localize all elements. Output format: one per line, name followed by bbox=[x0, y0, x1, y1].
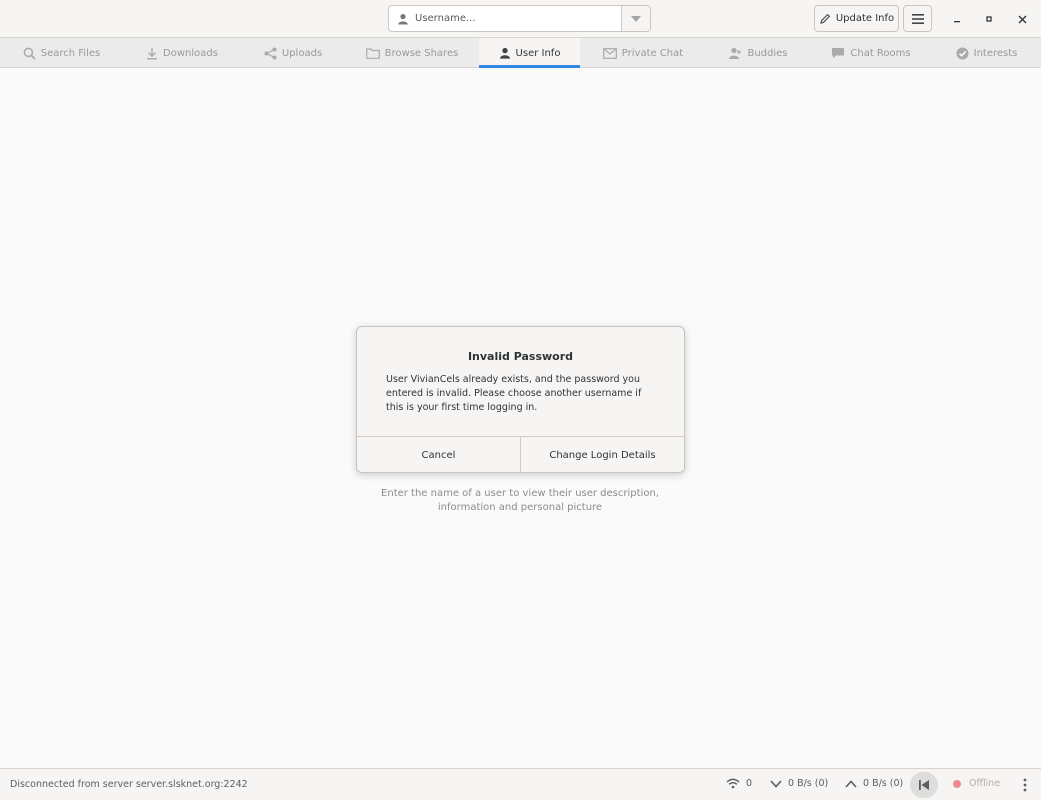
tab-label: Browse Shares bbox=[384, 47, 459, 59]
vertical-dots-icon bbox=[1023, 778, 1027, 792]
change-login-details-button[interactable]: Change Login Details bbox=[520, 437, 684, 472]
tab-private-chat[interactable]: Private Chat bbox=[580, 38, 706, 68]
status-bar: Disconnected from server server.slsknet.… bbox=[0, 768, 1041, 800]
connection-status[interactable]: Offline bbox=[953, 778, 1000, 789]
username-input[interactable]: Username... bbox=[389, 6, 621, 31]
chevron-down-icon bbox=[770, 779, 782, 788]
buddies-icon bbox=[729, 47, 742, 59]
mail-icon bbox=[602, 47, 617, 59]
pencil-icon bbox=[820, 13, 831, 24]
tab-label: Private Chat bbox=[621, 47, 684, 59]
username-dropdown-button[interactable] bbox=[621, 6, 650, 31]
tab-label: Buddies bbox=[747, 47, 788, 59]
tab-label: Chat Rooms bbox=[850, 47, 911, 59]
header-bar: Username... Update Info bbox=[0, 0, 1041, 38]
check-circle-icon bbox=[956, 47, 969, 59]
invalid-password-dialog: Invalid Password User VivianCels already… bbox=[356, 326, 685, 473]
dialog-message: User VivianCels already exists, and the … bbox=[386, 374, 642, 413]
tab-search-files[interactable]: Search Files bbox=[0, 38, 123, 68]
close-icon bbox=[1018, 15, 1026, 23]
connections-count: 0 bbox=[746, 778, 753, 789]
away-toggle-button[interactable] bbox=[910, 772, 938, 798]
hamburger-menu-icon bbox=[911, 13, 924, 24]
tab-browse-shares[interactable]: Browse Shares bbox=[345, 38, 479, 68]
minimize-icon bbox=[954, 21, 960, 23]
tab-user-info[interactable]: User Info bbox=[479, 38, 580, 68]
dialog-title: Invalid Password bbox=[467, 350, 574, 363]
tab-label: Search Files bbox=[40, 47, 101, 59]
username-combobox[interactable]: Username... bbox=[388, 5, 651, 32]
chevron-up-icon bbox=[845, 779, 857, 788]
maximize-icon bbox=[986, 16, 992, 22]
connections-counter[interactable]: 0 bbox=[726, 778, 752, 789]
offline-dot-icon bbox=[953, 779, 961, 788]
upload-speed[interactable]: 0 B/s (0) bbox=[845, 778, 903, 789]
tab-uploads[interactable]: Uploads bbox=[241, 38, 345, 68]
tab-label: Downloads bbox=[163, 47, 218, 59]
user-icon bbox=[398, 13, 408, 24]
tab-buddies[interactable]: Buddies bbox=[706, 38, 810, 68]
minimize-button[interactable] bbox=[947, 9, 967, 29]
main-menu-button[interactable] bbox=[903, 5, 932, 32]
update-info-button[interactable]: Update Info bbox=[814, 5, 899, 32]
tab-downloads[interactable]: Downloads bbox=[123, 38, 241, 68]
tab-label: User Info bbox=[515, 47, 561, 59]
user-icon bbox=[499, 47, 510, 59]
share-icon bbox=[264, 47, 277, 59]
tab-label: Interests bbox=[973, 47, 1018, 59]
username-placeholder: Username... bbox=[415, 13, 476, 24]
wifi-icon bbox=[726, 778, 740, 789]
main-tab-bar: Search Files Downloads Uploads Browse Sh… bbox=[0, 38, 1041, 68]
tab-interests[interactable]: Interests bbox=[932, 38, 1041, 68]
more-options-button[interactable] bbox=[1018, 775, 1032, 795]
chat-icon bbox=[832, 48, 845, 59]
placeholder-line: information and personal picture bbox=[437, 502, 603, 513]
folder-icon bbox=[365, 47, 380, 59]
status-message: Disconnected from server server.slsknet.… bbox=[10, 779, 248, 790]
chevron-down-icon bbox=[631, 15, 641, 22]
search-icon bbox=[23, 47, 36, 60]
dialog-button-row: Cancel Change Login Details bbox=[357, 436, 684, 472]
placeholder-line: Enter the name of a user to view their u… bbox=[381, 488, 659, 499]
maximize-button[interactable] bbox=[979, 9, 999, 29]
update-info-label: Update Info bbox=[835, 13, 895, 24]
user-info-placeholder: Enter the name of a user to view their u… bbox=[370, 487, 670, 515]
tab-chat-rooms[interactable]: Chat Rooms bbox=[810, 38, 932, 68]
close-button[interactable] bbox=[1012, 9, 1032, 29]
download-speed[interactable]: 0 B/s (0) bbox=[770, 778, 828, 789]
tab-label: Uploads bbox=[281, 47, 323, 59]
cancel-button[interactable]: Cancel bbox=[357, 437, 520, 472]
skip-back-icon bbox=[919, 780, 929, 790]
connection-status-label: Offline bbox=[969, 778, 1001, 789]
download-icon bbox=[147, 47, 158, 59]
upload-speed-value: 0 B/s (0) bbox=[863, 778, 904, 789]
download-speed-value: 0 B/s (0) bbox=[788, 778, 829, 789]
